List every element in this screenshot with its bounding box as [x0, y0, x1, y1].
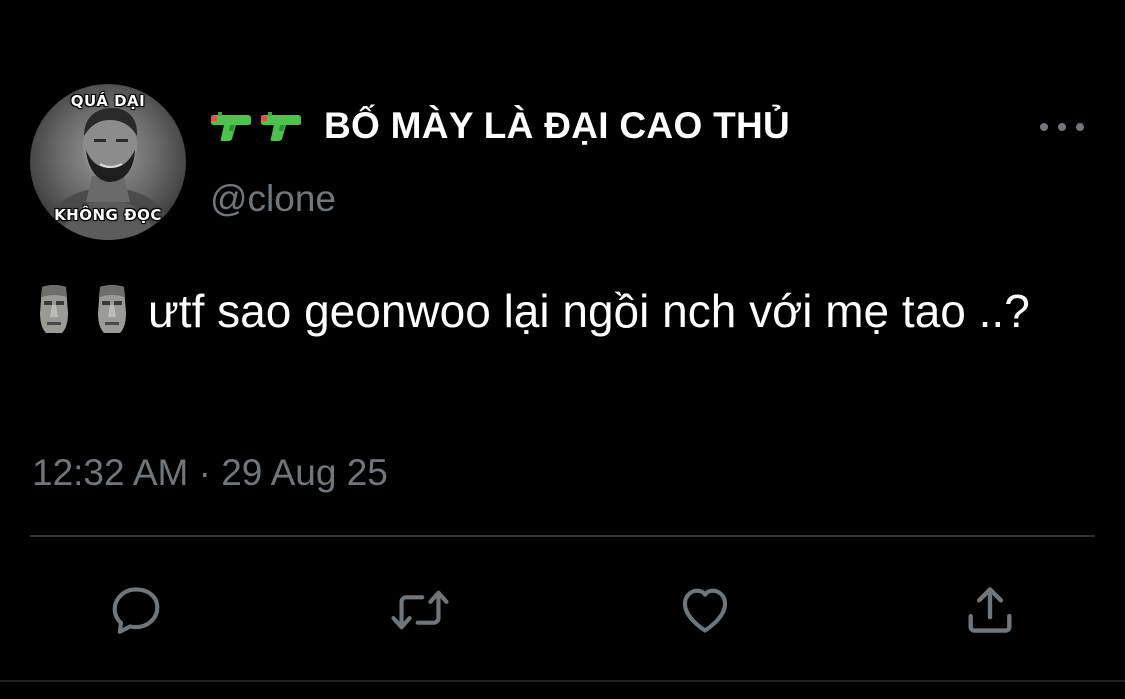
more-dot-icon — [1076, 123, 1084, 131]
retweet-button[interactable] — [390, 580, 450, 640]
like-icon — [682, 588, 728, 633]
avatar-caption-bottom: KHÔNG ĐỌC — [54, 206, 162, 224]
reply-icon — [112, 587, 160, 634]
tweet-text: ưtf sao geonwoo lại ngồi nch với mẹ tao … — [32, 278, 1102, 344]
water-pistol-icon — [261, 112, 301, 141]
moai-icon — [40, 285, 68, 333]
tweet-timestamp[interactable]: 12:32 AM · 29 Aug 25 — [32, 452, 388, 494]
water-pistol-icon — [211, 112, 251, 141]
more-options-button[interactable] — [1040, 112, 1084, 142]
reply-button[interactable] — [106, 580, 166, 640]
display-name: BỐ MÀY LÀ ĐẠI CAO THỦ — [324, 105, 791, 146]
user-handle[interactable]: @clone — [210, 178, 336, 220]
retweet-icon — [391, 590, 449, 630]
moai-icon — [98, 285, 126, 333]
share-button[interactable] — [960, 580, 1020, 640]
divider — [30, 535, 1095, 537]
avatar-caption-top: QUÁ DẠI — [70, 92, 146, 110]
bottom-divider — [0, 680, 1125, 682]
tweet-card: QUÁ DẠI KHÔNG ĐỌC BỐ MÀY LÀ ĐẠI CAO THỦ … — [0, 0, 1125, 699]
avatar[interactable]: QUÁ DẠI KHÔNG ĐỌC — [30, 84, 186, 240]
share-icon — [968, 587, 1012, 633]
like-button[interactable] — [675, 580, 735, 640]
tweet-body-text: ưtf sao geonwoo lại ngồi nch với mẹ tao … — [148, 285, 1030, 337]
more-dot-icon — [1058, 123, 1066, 131]
more-dot-icon — [1040, 123, 1048, 131]
author-name-row[interactable]: BỐ MÀY LÀ ĐẠI CAO THỦ — [210, 104, 790, 148]
